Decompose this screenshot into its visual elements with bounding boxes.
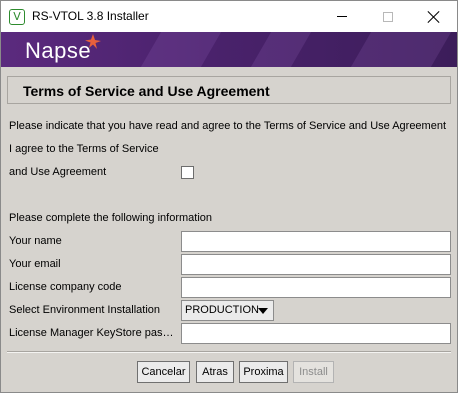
section-header: Terms of Service and Use Agreement [7, 76, 451, 104]
maximize-button[interactable] [365, 1, 411, 32]
brand-logo-text: Napse [25, 38, 92, 63]
name-input[interactable] [181, 231, 451, 252]
chevron-down-icon [258, 308, 268, 314]
email-input[interactable] [181, 254, 451, 275]
cancel-button[interactable]: Cancelar [137, 361, 190, 383]
email-label: Your email [9, 258, 61, 270]
info-instruction: Please complete the following informatio… [9, 212, 213, 224]
brand-star-icon [85, 34, 101, 49]
next-button[interactable]: Proxima [239, 361, 288, 383]
maximize-icon [383, 11, 393, 22]
agree-label-line1: I agree to the Terms of Service [9, 143, 159, 155]
install-button[interactable]: Install [293, 361, 334, 383]
name-label: Your name [9, 235, 62, 247]
license-code-label: License company code [9, 281, 122, 293]
environment-select[interactable]: PRODUCTION [181, 300, 274, 321]
environment-select-value: PRODUCTION [185, 304, 259, 316]
app-icon: V [9, 9, 25, 25]
back-button[interactable]: Atras [196, 361, 234, 383]
terms-instruction: Please indicate that you have read and a… [9, 120, 447, 132]
footer-divider [7, 351, 451, 353]
keystore-password-input[interactable] [181, 323, 451, 344]
agree-checkbox[interactable] [181, 166, 194, 179]
keystore-password-label: License Manager KeyStore pas… [9, 327, 174, 339]
minimize-button[interactable] [319, 1, 365, 32]
window-title: RS-VTOL 3.8 Installer [32, 9, 149, 23]
agree-label-line2: and Use Agreement [9, 166, 107, 178]
brand-banner: Napse [1, 32, 457, 67]
title-bar[interactable]: V RS-VTOL 3.8 Installer [1, 1, 457, 32]
installer-window: V RS-VTOL 3.8 Installer Napse Terms of S… [0, 0, 458, 393]
close-button[interactable] [411, 1, 457, 32]
license-code-input[interactable] [181, 277, 451, 298]
page-title: Terms of Service and Use Agreement [23, 83, 270, 99]
environment-label: Select Environment Installation [9, 304, 161, 316]
minimize-icon [337, 16, 347, 17]
close-icon [428, 11, 440, 23]
